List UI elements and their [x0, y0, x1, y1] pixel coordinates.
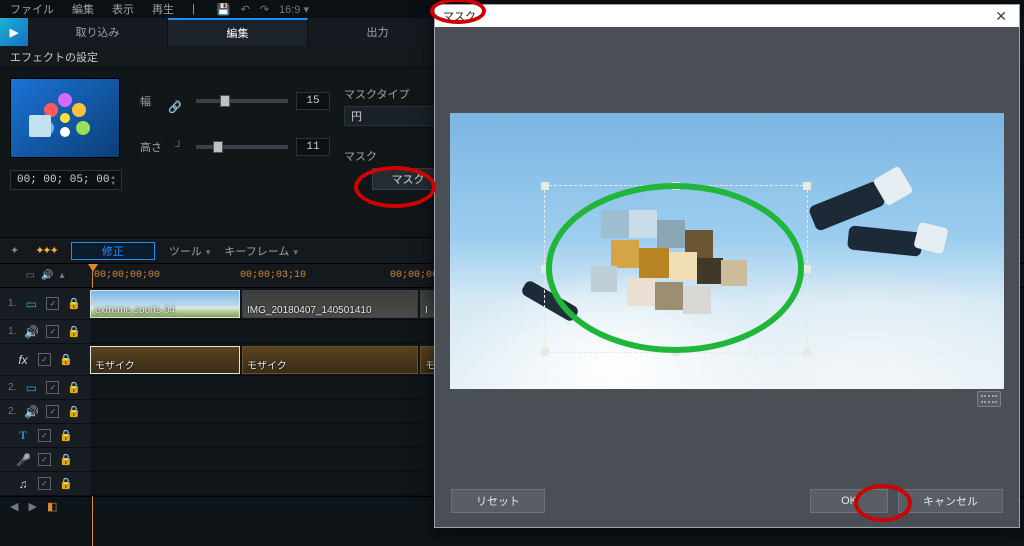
aspect-select[interactable]: 16:9 ▾: [279, 3, 309, 16]
clip-video-1-label: extreme sports 04: [95, 305, 175, 316]
mask-dialog-body: [435, 27, 1019, 475]
track-visible-toggle[interactable]: ✓: [38, 477, 51, 490]
save-icon[interactable]: 💾: [217, 3, 231, 16]
clip-video-3-label: I: [425, 305, 428, 316]
track-lock-toggle[interactable]: 🔒: [59, 477, 73, 490]
width-value[interactable]: 15: [296, 92, 330, 110]
track-visible-toggle[interactable]: ✓: [46, 405, 59, 418]
width-label: 幅: [140, 93, 170, 109]
stars-icon[interactable]: ✦✦✦: [35, 244, 57, 257]
mask-dialog-title: マスク: [443, 8, 476, 24]
fx-clip-2-label: モザイク: [247, 357, 287, 372]
track-lock-toggle[interactable]: 🔒: [59, 429, 73, 442]
track-lock-toggle[interactable]: 🔒: [67, 325, 81, 338]
clip-video-2-label: IMG_20180407_140501410: [247, 305, 372, 316]
track-head-controls[interactable]: ▭🔊▴: [0, 264, 90, 287]
wand-icon[interactable]: ✦: [10, 244, 19, 257]
close-icon[interactable]: ✕: [991, 8, 1011, 25]
track-lock-toggle[interactable]: 🔒: [59, 453, 73, 466]
tab-edit[interactable]: 編集: [168, 18, 308, 46]
fx-icon: fx: [16, 353, 30, 367]
fx-clip-2[interactable]: モザイク: [242, 346, 418, 374]
track-visible-toggle[interactable]: ✓: [46, 297, 59, 310]
track-visible-toggle[interactable]: ✓: [46, 381, 59, 394]
height-slider[interactable]: [196, 145, 288, 149]
fx-clip-1-label: モザイク: [95, 357, 135, 372]
track-visible-toggle[interactable]: ✓: [38, 429, 51, 442]
track-lock-toggle[interactable]: 🔒: [59, 353, 73, 366]
fx-clip-1[interactable]: モザイク: [90, 346, 240, 374]
fix-button[interactable]: 修正: [71, 242, 155, 260]
tab-import[interactable]: 取り込み: [28, 18, 168, 46]
mask-preview[interactable]: [450, 113, 1004, 389]
transport-next-icon[interactable]: ▶: [28, 500, 36, 513]
menu-divider: |: [192, 3, 195, 15]
menu-file[interactable]: ファイル: [10, 1, 54, 17]
link-bracket-bot: ┘: [170, 141, 188, 153]
link-icon[interactable]: 🔗: [168, 101, 182, 114]
tab-export[interactable]: 出力: [308, 18, 448, 46]
transport-thumb-icon[interactable]: ◧: [47, 500, 57, 513]
timecode-spinner[interactable]: ▲▼: [111, 175, 115, 186]
track-index: 1.: [8, 298, 16, 309]
mask-dialog-footer: リセット OK キャンセル: [435, 475, 1019, 527]
cancel-button[interactable]: キャンセル: [898, 489, 1003, 513]
track-visible-toggle[interactable]: ✓: [46, 325, 59, 338]
track-lock-toggle[interactable]: 🔒: [67, 297, 81, 310]
reset-button[interactable]: リセット: [451, 489, 545, 513]
transport-prev-icon[interactable]: ◀: [10, 500, 18, 513]
track-index: 1.: [8, 326, 16, 337]
effect-timecode[interactable]: 00; 00; 05; 00 ▲▼: [10, 170, 122, 190]
track-visible-toggle[interactable]: ✓: [38, 453, 51, 466]
mask-dialog: マスク ✕: [434, 4, 1020, 528]
video-icon: ▭: [24, 297, 38, 311]
audio-icon: 🔊: [24, 325, 38, 339]
app-icon: ▶: [0, 18, 28, 46]
clip-video-2[interactable]: IMG_20180407_140501410: [242, 290, 418, 318]
menu-view[interactable]: 表示: [112, 1, 134, 17]
mask-dialog-titlebar: マスク ✕: [435, 5, 1019, 27]
width-slider[interactable]: [196, 99, 288, 103]
clip-video-1[interactable]: extreme sports 04: [90, 290, 240, 318]
effect-settings-title: エフェクトの設定: [10, 49, 98, 65]
ruler-tick-0: 00;00;00;00: [94, 270, 160, 281]
menu-play[interactable]: 再生: [152, 1, 174, 17]
height-label: 高さ: [140, 139, 170, 155]
ruler-tick-1: 00;00;03;10: [240, 270, 306, 281]
menu-edit[interactable]: 編集: [72, 1, 94, 17]
ok-button[interactable]: OK: [810, 489, 888, 513]
keyboard-icon[interactable]: [977, 391, 1001, 407]
collapse-icon[interactable]: ▴: [59, 270, 64, 281]
effect-timecode-value: 00; 00; 05; 00: [17, 174, 109, 186]
redo-icon[interactable]: ↷: [260, 3, 269, 16]
undo-icon[interactable]: ↶: [241, 3, 250, 16]
track-lock-toggle[interactable]: 🔒: [67, 405, 81, 418]
annotation-green-ellipse: [546, 183, 804, 353]
track-lock-toggle[interactable]: 🔒: [67, 381, 81, 394]
tool-dropdown[interactable]: ツール▾: [169, 243, 211, 259]
keyframe-dropdown[interactable]: キーフレーム▾: [224, 243, 298, 259]
track-visible-toggle[interactable]: ✓: [38, 353, 51, 366]
effect-preview-thumb: [10, 78, 120, 158]
height-value[interactable]: 11: [296, 138, 330, 156]
